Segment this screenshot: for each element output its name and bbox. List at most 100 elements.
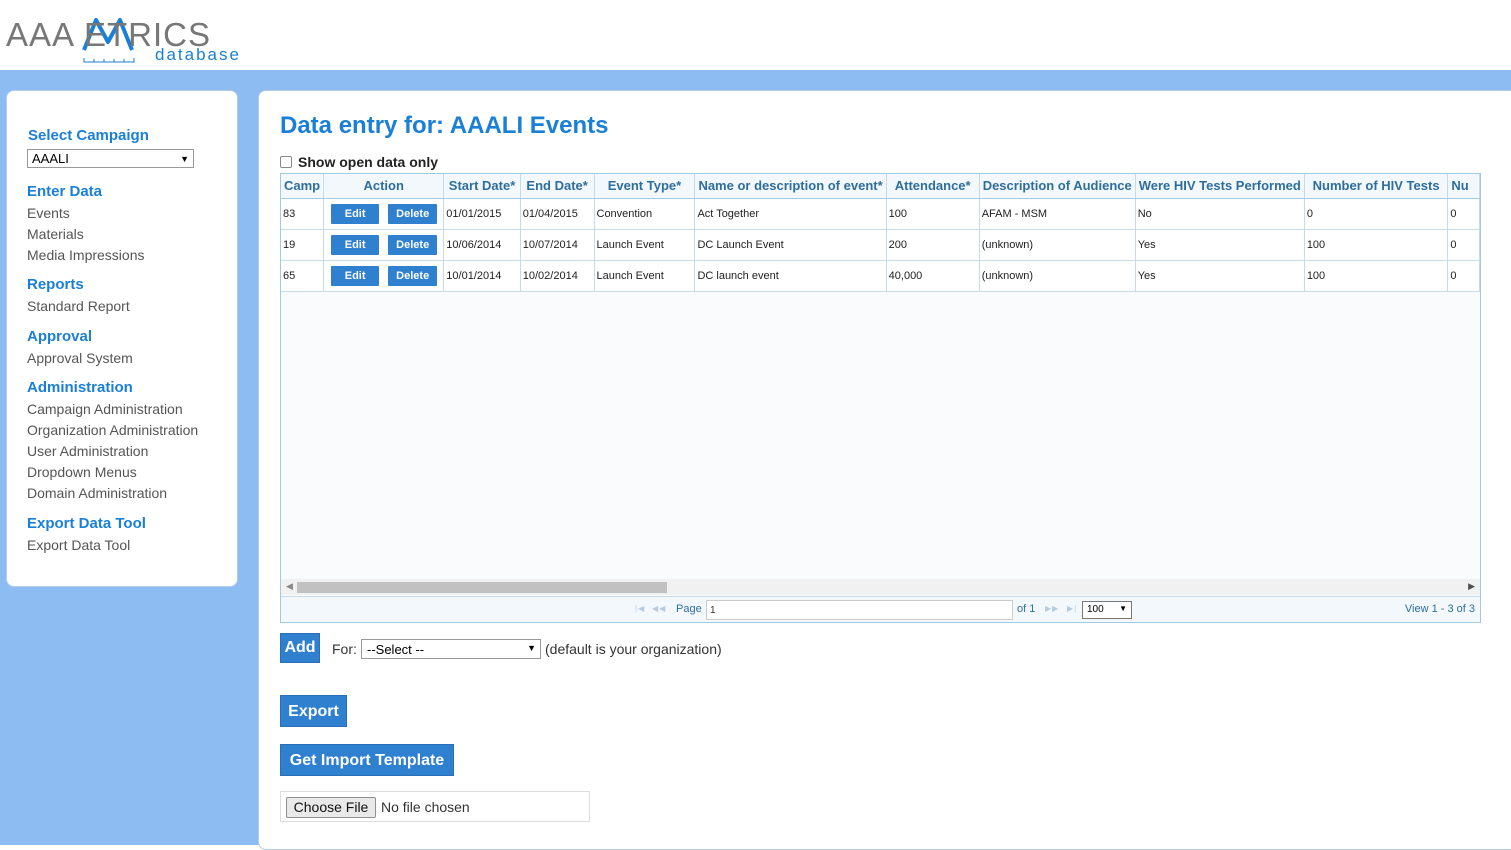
open-only-checkbox[interactable] (280, 156, 292, 168)
cell-start-date: 01/01/2015 (443, 198, 521, 230)
col-header-event-type[interactable]: Event Type* (594, 174, 696, 199)
sidebar-item-media-impressions[interactable]: Media Impressions (27, 247, 145, 263)
scroll-left-icon[interactable]: ◀ (286, 581, 293, 592)
sidebar-item-standard-report[interactable]: Standard Report (27, 298, 130, 314)
col-header-camp[interactable]: Camp (281, 174, 325, 199)
sidebar-item-dropdown-menus[interactable]: Dropdown Menus (27, 464, 137, 480)
get-import-template-button[interactable]: Get Import Template (280, 744, 454, 776)
organization-select-value: --Select -- (367, 642, 425, 657)
cell-audience: (unknown) (979, 260, 1136, 292)
grid-pager: |◀ ◀◀ Page 1 of 1 ▶▶ ▶| 100 ▼ View 1 - 3… (281, 596, 1480, 622)
col-header-name[interactable]: Name or description of event* (694, 174, 887, 199)
rows-per-page-value: 100 (1087, 604, 1104, 615)
header: AAA ETRICS database (0, 0, 1511, 70)
open-only-label: Show open data only (298, 154, 439, 170)
cell-number-hiv-tests: 100 (1304, 229, 1449, 261)
rows-per-page-select[interactable]: 100 ▼ (1082, 601, 1132, 619)
organization-select[interactable]: --Select -- ▼ (361, 639, 541, 659)
col-header-attendance[interactable]: Attendance* (886, 174, 980, 199)
section-enter-data[interactable]: Enter Data (27, 183, 102, 200)
col-header-audience[interactable]: Description of Audience (979, 174, 1136, 199)
section-administration[interactable]: Administration (27, 379, 133, 396)
sidebar-item-user-administration[interactable]: User Administration (27, 443, 148, 459)
campaign-select[interactable]: AAALI ▼ (27, 149, 194, 168)
horizontal-scrollbar[interactable]: ◀ ▶ (281, 579, 1480, 595)
first-page-icon[interactable]: |◀ (635, 604, 645, 613)
col-header-number-hiv-tests[interactable]: Number of HIV Tests (1304, 174, 1449, 199)
cell-hiv-tests-performed: Yes (1135, 229, 1305, 261)
file-upload: Choose File No file chosen (280, 791, 590, 822)
table-row[interactable]: 19 Edit Delete 10/06/2014 10/07/2014 Lau… (281, 229, 1480, 261)
chevron-down-icon: ▼ (180, 154, 189, 164)
cell-hiv-tests-performed: No (1135, 198, 1305, 230)
events-grid: Camp Action Start Date* End Date* Event … (280, 173, 1481, 623)
col-header-nu[interactable]: Nu (1447, 174, 1480, 199)
cell-end-date: 01/04/2015 (520, 198, 595, 230)
cell-nu: 0 (1447, 260, 1480, 292)
logo-text-database: database (155, 45, 241, 64)
sidebar-item-approval-system[interactable]: Approval System (27, 350, 133, 366)
no-file-label: No file chosen (381, 799, 470, 815)
col-header-hiv-tests-performed[interactable]: Were HIV Tests Performed (1135, 174, 1305, 199)
cell-end-date: 10/07/2014 (520, 229, 595, 261)
prev-page-icon[interactable]: ◀◀ (652, 604, 666, 613)
page-number-value: 1 (710, 605, 716, 616)
cell-number-hiv-tests: 0 (1304, 198, 1449, 230)
table-row[interactable]: 83 Edit Delete 01/01/2015 01/04/2015 Con… (281, 198, 1480, 230)
choose-file-button[interactable]: Choose File (286, 797, 376, 818)
delete-button[interactable]: Delete (388, 234, 438, 255)
cell-attendance: 100 (886, 198, 980, 230)
cell-camp: 65 (281, 260, 325, 292)
chevron-down-icon: ▼ (1119, 604, 1127, 613)
delete-button[interactable]: Delete (388, 203, 438, 224)
main-panel: Data entry for: AAALI Events Show open d… (258, 90, 1511, 850)
section-reports[interactable]: Reports (27, 276, 84, 293)
cell-name: DC launch event (694, 260, 887, 292)
cell-nu: 0 (1447, 229, 1480, 261)
scroll-right-icon[interactable]: ▶ (1468, 581, 1475, 592)
col-header-action[interactable]: Action (323, 174, 445, 199)
for-label: For: (332, 641, 357, 657)
add-button[interactable]: Add (280, 633, 320, 663)
sidebar-item-events[interactable]: Events (27, 205, 70, 221)
section-approval[interactable]: Approval (27, 328, 92, 345)
export-button[interactable]: Export (280, 695, 347, 727)
open-only-toggle[interactable]: Show open data only (280, 154, 438, 170)
cell-attendance: 40,000 (886, 260, 980, 292)
edit-button[interactable]: Edit (331, 234, 380, 255)
section-export-data-tool[interactable]: Export Data Tool (27, 515, 146, 532)
next-page-icon[interactable]: ▶▶ (1045, 604, 1059, 613)
edit-button[interactable]: Edit (331, 203, 380, 224)
sidebar-item-organization-administration[interactable]: Organization Administration (27, 422, 198, 438)
campaign-select-value: AAALI (32, 151, 69, 166)
view-count-label: View 1 - 3 of 3 (1404, 603, 1475, 615)
col-header-start-date[interactable]: Start Date* (443, 174, 521, 199)
page-number-input[interactable]: 1 (706, 600, 1013, 620)
cell-camp: 83 (281, 198, 325, 230)
cell-camp: 19 (281, 229, 325, 261)
edit-button[interactable]: Edit (331, 265, 380, 286)
cell-number-hiv-tests: 100 (1304, 260, 1449, 292)
table-row[interactable]: 65 Edit Delete 10/01/2014 10/02/2014 Lau… (281, 260, 1480, 292)
scrollbar-thumb[interactable] (297, 582, 667, 593)
cell-nu: 0 (1447, 198, 1480, 230)
last-page-icon[interactable]: ▶| (1067, 604, 1077, 613)
cell-start-date: 10/01/2014 (443, 260, 521, 292)
cell-event-type: Convention (594, 198, 696, 230)
page-label: Page (676, 603, 702, 615)
logo[interactable]: AAA ETRICS database (6, 10, 246, 66)
default-organization-note: (default is your organization) (545, 641, 722, 657)
cell-name: DC Launch Event (694, 229, 887, 261)
cell-name: Act Together (694, 198, 887, 230)
cell-event-type: Launch Event (594, 229, 696, 261)
events-table: Camp Action Start Date* End Date* Event … (281, 174, 1480, 292)
delete-button[interactable]: Delete (388, 265, 438, 286)
sidebar-item-export-data-tool[interactable]: Export Data Tool (27, 537, 130, 553)
sidebar-item-campaign-administration[interactable]: Campaign Administration (27, 401, 183, 417)
cell-end-date: 10/02/2014 (520, 260, 595, 292)
sidebar-item-domain-administration[interactable]: Domain Administration (27, 485, 167, 501)
cell-action: Edit Delete (323, 229, 445, 261)
col-header-end-date[interactable]: End Date* (520, 174, 595, 199)
cell-hiv-tests-performed: Yes (1135, 260, 1305, 292)
sidebar-item-materials[interactable]: Materials (27, 226, 84, 242)
